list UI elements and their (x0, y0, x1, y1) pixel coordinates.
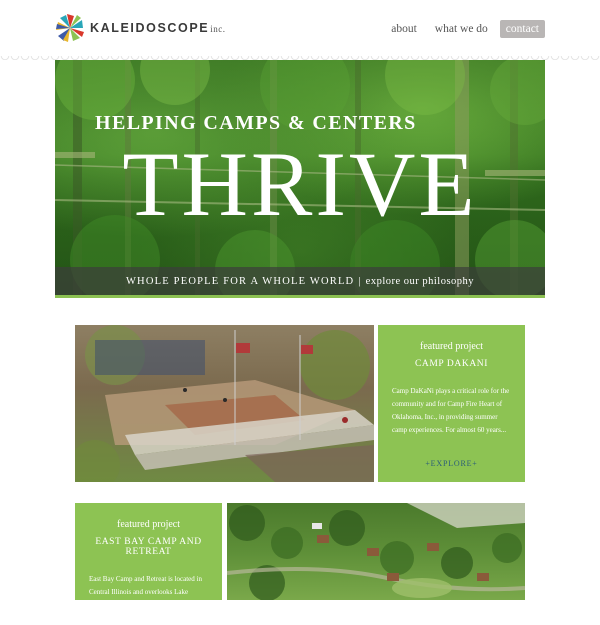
hero-caption-bar: WHOLE PEOPLE FOR A WHOLE WORLD | explore… (55, 267, 545, 295)
campground-aerial-illustration (227, 503, 525, 600)
explore-link[interactable]: +EXPLORE+ (378, 459, 525, 468)
hero-separator: | (358, 275, 362, 287)
nav-about[interactable]: about (385, 20, 423, 38)
card-title: EAST BAY CAMP AND RETREAT (95, 537, 202, 557)
brand-suffix: inc. (210, 24, 226, 34)
camp-dakani-rendering[interactable] (75, 325, 374, 482)
site-header: KALEIDOSCOPE inc. about what we do conta… (0, 0, 600, 58)
card-kicker: featured project (116, 519, 181, 530)
hero-banner: HELPING CAMPS & CENTERS THRIVE WHOLE PEO… (55, 60, 545, 298)
brand-name: KALEIDOSCOPE (90, 21, 210, 35)
project-card-camp-dakani: featured project CAMP DAKANI Camp DaKaNi… (378, 325, 525, 482)
explore-philosophy-link[interactable]: explore our philosophy (366, 276, 474, 287)
amphitheater-illustration (75, 325, 374, 482)
main-nav: about what we do contact (385, 20, 545, 38)
card-kicker: featured project (419, 341, 484, 352)
card-body: East Bay Camp and Retreat is located in … (89, 575, 205, 622)
card-body: Camp DaKaNi plays a critical role for th… (392, 387, 510, 434)
hero-headline-top: HELPING CAMPS & CENTERS (95, 112, 417, 134)
nav-what-we-do[interactable]: what we do (429, 20, 494, 38)
logo[interactable]: KALEIDOSCOPE inc. (55, 13, 225, 43)
hero-headline-big: THRIVE (122, 133, 478, 235)
kaleidoscope-pinwheel-icon (56, 14, 84, 42)
card-title: CAMP DAKANI (414, 359, 489, 369)
hero-accent-line (55, 295, 545, 298)
east-bay-site-plan[interactable] (227, 503, 525, 600)
nav-contact[interactable]: contact (499, 20, 545, 38)
hero-tagline: WHOLE PEOPLE FOR A WHOLE WORLD (125, 275, 355, 287)
project-card-east-bay: featured project EAST BAY CAMP AND RETRE… (75, 503, 222, 622)
